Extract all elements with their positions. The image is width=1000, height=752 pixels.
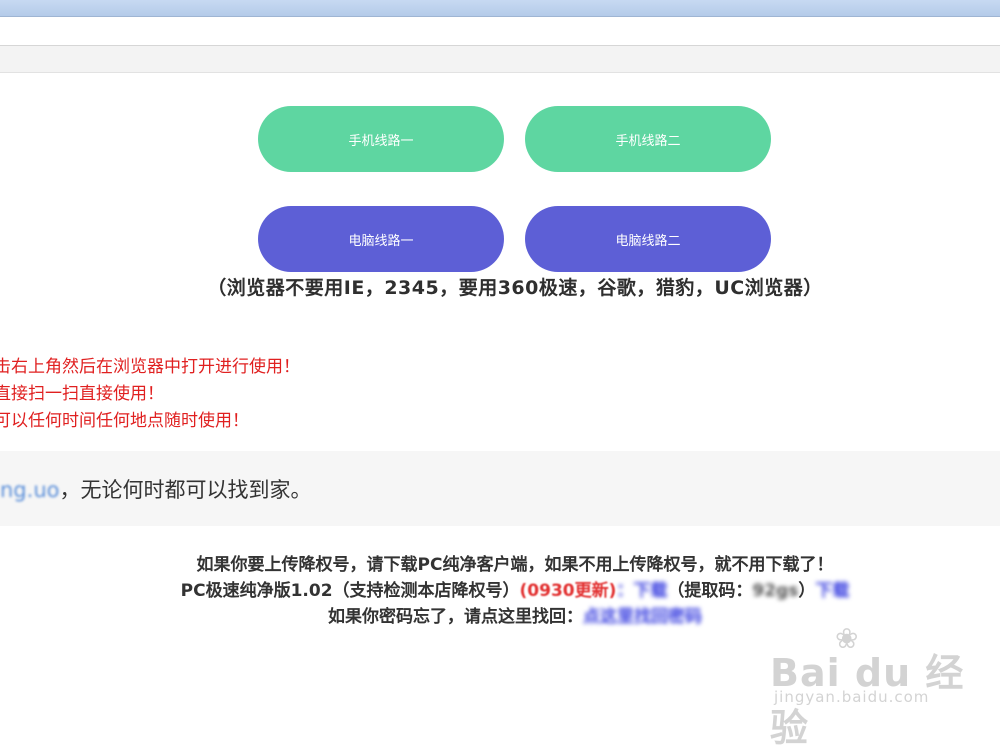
domain-message-suffix: ，无论何时都可以找到家。 <box>59 478 312 502</box>
mobile-line-1-button[interactable]: 手机线路一 <box>258 106 504 172</box>
pc-client-label: PC极速纯净版1.02（支持检测本店降权号） <box>180 581 520 601</box>
browser-requirement-note: （浏览器不要用IE，2345，要用360极速，谷歌，猎豹，UC浏览器） <box>207 277 823 299</box>
watermark-url: jingyan.baidu.com <box>774 688 930 706</box>
instruction-line: 直接扫一扫直接使用！ <box>0 384 164 404</box>
pc-line-2-button[interactable]: 电脑线路二 <box>525 206 771 272</box>
extract-code-close: ） <box>798 581 816 601</box>
instruction-list: 击右上角然后在浏览器中打开进行使用！ 直接扫一扫直接使用！ 可以任何时间任何地点… <box>0 354 300 435</box>
download-link-1[interactable]: ：下载 <box>616 581 667 601</box>
password-recovery-link[interactable]: 点这里找回密码 <box>583 607 702 627</box>
pc-line-1-button[interactable]: 电脑线路一 <box>258 206 504 272</box>
domain-message: ng.uo，无论何时都可以找到家。 <box>0 474 311 504</box>
instruction-line: 可以任何时间任何地点随时使用！ <box>0 411 249 431</box>
baidu-jingyan-watermark: ❀ Bai du 经验 jingyan.baidu.com <box>770 622 980 750</box>
download-link-2[interactable]: 下载 <box>815 581 849 601</box>
browser-toolbar <box>0 46 1000 73</box>
download-notice: 如果你要上传降权号，请下载PC纯净客户端，如果不用上传降权号，就不用下载了！ <box>196 555 834 575</box>
update-badge: (0930更新) <box>519 581 617 601</box>
password-recovery-label: 如果你密码忘了，请点这里找回： <box>328 607 583 627</box>
domain-link[interactable]: ng.uo <box>0 478 59 502</box>
address-bar[interactable] <box>0 17 1000 46</box>
extract-code-label: （提取码： <box>667 581 753 601</box>
extract-code: 92gs <box>752 581 799 601</box>
download-info: 如果你要上传降权号，请下载PC纯净客户端，如果不用上传降权号，就不用下载了！ P… <box>0 552 1000 630</box>
browser-title-bar <box>0 0 1000 17</box>
instruction-line: 击右上角然后在浏览器中打开进行使用！ <box>0 357 300 377</box>
mobile-line-2-button[interactable]: 手机线路二 <box>525 106 771 172</box>
pc-client-line: PC极速纯净版1.02（支持检测本店降权号）(0930更新)：下载（提取码：92… <box>0 578 1000 604</box>
